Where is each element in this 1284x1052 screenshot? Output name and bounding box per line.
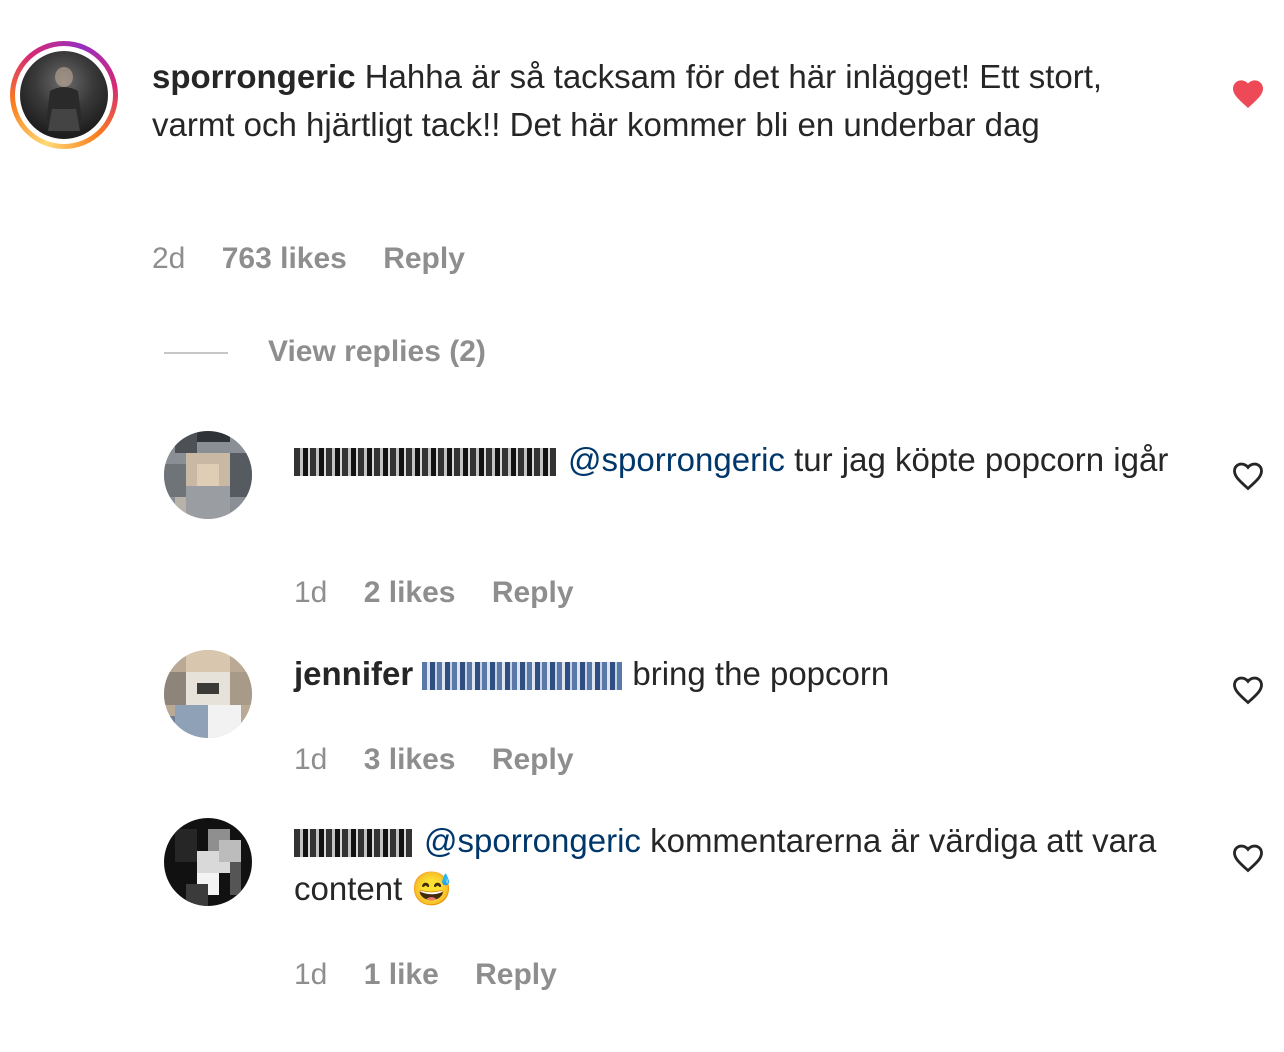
comment-meta: 2d 763 likes Reply xyxy=(152,242,493,276)
redacted-mention[interactable] xyxy=(422,662,623,691)
redacted-username[interactable] xyxy=(294,829,412,858)
like-button[interactable] xyxy=(1230,458,1266,497)
reply-likes[interactable]: 1 like xyxy=(364,958,439,991)
reply-meta: 1d 1 like Reply xyxy=(294,958,585,992)
reply-text: tur jag köpte popcorn igår xyxy=(784,441,1169,478)
reply-button[interactable]: Reply xyxy=(475,958,557,991)
reply-body: jennifer bring the popcorn xyxy=(294,650,1204,698)
like-button[interactable] xyxy=(1230,76,1266,115)
reply-likes[interactable]: 3 likes xyxy=(364,743,456,776)
avatar xyxy=(20,51,108,139)
reply-body: @sporrongeric tur jag köpte popcorn igår xyxy=(294,436,1204,484)
like-button[interactable] xyxy=(1230,840,1266,879)
avatar[interactable] xyxy=(164,431,252,519)
comment-time: 2d xyxy=(152,242,186,275)
avatar[interactable] xyxy=(164,818,252,906)
mention-link[interactable]: @sporrongeric xyxy=(424,822,641,859)
heart-filled-icon xyxy=(1233,80,1263,108)
reply-button[interactable]: Reply xyxy=(492,576,574,609)
reply-meta: 1d 3 likes Reply xyxy=(294,743,602,777)
story-ring-avatar[interactable] xyxy=(10,41,118,149)
comment-likes[interactable]: 763 likes xyxy=(222,242,347,275)
comment-body: sporrongeric Hahha är så tacksam för det… xyxy=(152,53,1162,149)
reply-button[interactable]: Reply xyxy=(383,242,465,275)
reply-meta: 1d 2 likes Reply xyxy=(294,576,602,610)
like-button[interactable] xyxy=(1230,672,1266,711)
reply-text: bring the popcorn xyxy=(632,655,890,692)
reply-username[interactable]: jennifer xyxy=(294,655,413,692)
heart-outline-icon xyxy=(1233,676,1263,705)
avatar[interactable] xyxy=(164,650,252,738)
reply-time: 1d xyxy=(294,743,328,776)
view-replies-button[interactable]: View replies (2) xyxy=(268,335,486,369)
view-replies-divider xyxy=(164,352,228,354)
reply-button[interactable]: Reply xyxy=(492,743,574,776)
heart-outline-icon xyxy=(1233,462,1263,491)
mention-link[interactable]: @sporrongeric xyxy=(568,441,785,478)
heart-outline-icon xyxy=(1233,844,1263,873)
redacted-username[interactable] xyxy=(294,448,556,477)
reply-body: @sporrongeric kommentarerna är värdiga a… xyxy=(294,817,1204,913)
reply-time: 1d xyxy=(294,576,328,609)
reply-time: 1d xyxy=(294,958,328,991)
reply-likes[interactable]: 2 likes xyxy=(364,576,456,609)
comment-username[interactable]: sporrongeric xyxy=(152,58,356,95)
